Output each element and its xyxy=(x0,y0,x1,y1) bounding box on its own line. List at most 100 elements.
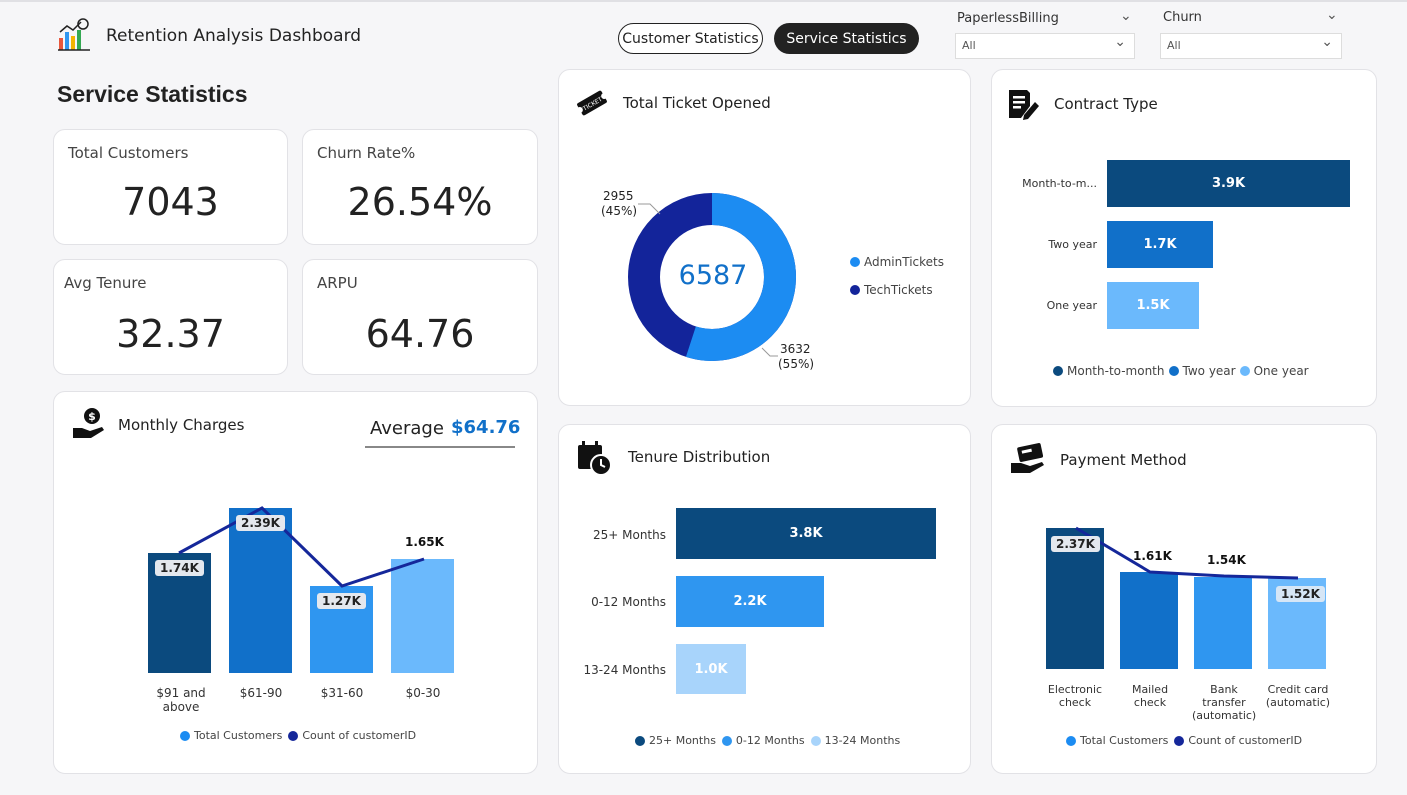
monthly-x-label: $0-30 xyxy=(405,686,441,700)
app-logo xyxy=(57,18,91,52)
monthly-data-label: 1.65K xyxy=(405,535,444,549)
legend-dot xyxy=(1239,366,1250,376)
contract-y-label: Two year xyxy=(1048,238,1097,251)
document-edit-icon xyxy=(1009,90,1039,120)
legend-dot xyxy=(1066,735,1076,746)
payment-bar-mailed xyxy=(1120,572,1178,669)
kpi-value: 7043 xyxy=(122,180,219,224)
kpi-label: Avg Tenure xyxy=(64,274,147,292)
average-label: Average xyxy=(370,418,444,439)
legend-label: 25+ Months xyxy=(649,734,716,747)
churn-dropdown[interactable]: All ⌄ xyxy=(1160,33,1342,59)
contract-y-label: One year xyxy=(1046,299,1097,312)
payment-data-label: 1.54K xyxy=(1207,553,1246,567)
tenure-data-label: 3.8K xyxy=(789,526,823,541)
kpi-label: Total Customers xyxy=(68,144,189,162)
money-hand-icon: $ xyxy=(73,408,104,438)
kpi-card-total-customers: Total Customers 7043 xyxy=(53,129,288,245)
contract-data-label: 3.9K xyxy=(1211,176,1246,191)
tickets-bottom-pct: (55%) xyxy=(778,357,815,371)
tenure-distribution-title: Tenure Distribution xyxy=(628,448,771,466)
legend-label: Total Customers xyxy=(194,729,283,742)
average-underline xyxy=(365,446,515,448)
churn-value: All xyxy=(1167,39,1181,52)
chevron-down-icon[interactable]: ⌄ xyxy=(1120,8,1132,24)
kpi-label: ARPU xyxy=(317,274,358,292)
payment-hand-icon xyxy=(1011,443,1044,473)
monthly-legend: Total Customers Count of customerID xyxy=(180,729,416,742)
calendar-clock-icon xyxy=(578,441,612,476)
monthly-x-label: $31-60 xyxy=(320,686,364,700)
kpi-card-avg-tenure: Avg Tenure 32.37 xyxy=(53,259,288,375)
top-border xyxy=(0,0,1407,2)
payment-legend: Total Customers Count of customerID xyxy=(1066,734,1302,747)
monthly-charges-card xyxy=(53,391,538,774)
monthly-charges-title: Monthly Charges xyxy=(118,416,245,434)
kpi-value: 64.76 xyxy=(365,312,475,356)
payment-x-label: Credit card (automatic) xyxy=(1265,683,1331,709)
tenure-y-label: 25+ Months xyxy=(592,528,666,542)
contract-data-label: 1.5K xyxy=(1136,298,1170,313)
payment-bar-bank xyxy=(1194,577,1252,669)
kpi-value: 32.37 xyxy=(116,312,225,356)
chevron-down-icon[interactable]: ⌄ xyxy=(1326,7,1338,23)
tenure-bar-13-24: 1.0K xyxy=(676,644,746,694)
legend-label: Month-to-month xyxy=(1067,364,1165,378)
legend-dot xyxy=(810,735,821,746)
app-title: Retention Analysis Dashboard xyxy=(106,26,362,46)
kpi-card-churn-rate: Churn Rate% 26.54% xyxy=(302,129,538,245)
legend-label: 13-24 Months xyxy=(824,734,901,747)
chevron-down-icon: ⌄ xyxy=(1114,34,1126,50)
average-value: $64.76 xyxy=(451,417,521,438)
legend-dot xyxy=(850,257,860,267)
tickets-legend-admin: AdminTickets xyxy=(850,255,944,269)
chevron-down-icon: ⌄ xyxy=(1321,34,1333,50)
legend-label: 0-12 Months xyxy=(735,734,805,747)
legend-label: AdminTickets xyxy=(864,255,944,269)
tickets-top-value: 2955 xyxy=(603,189,634,203)
monthly-x-label: $91 and above xyxy=(156,686,206,714)
payment-data-label: 2.37K xyxy=(1051,536,1100,552)
tenure-y-label: 13-24 Months xyxy=(583,663,666,677)
tenure-y-label: 0-12 Months xyxy=(591,595,666,609)
payment-data-label: 1.61K xyxy=(1133,549,1172,563)
tenure-bar-25-plus: 3.8K xyxy=(676,508,936,559)
legend-dot xyxy=(850,285,860,295)
tenure-data-label: 1.0K xyxy=(694,661,728,677)
legend-dot xyxy=(635,735,645,746)
legend-label: Total Customers xyxy=(1080,734,1169,747)
tickets-title: Total Ticket Opened xyxy=(623,94,771,112)
contract-bar-month-to-month: 3.9K xyxy=(1107,160,1350,207)
tab-service-statistics[interactable]: Service Statistics xyxy=(774,23,919,54)
tickets-top-pct: (45%) xyxy=(601,204,638,218)
tenure-legend: 25+ Months 0-12 Months 13-24 Months xyxy=(635,734,900,747)
ticket-icon: TICKET xyxy=(576,90,608,116)
contract-bar-two-year: 1.7K xyxy=(1107,221,1213,268)
tenure-bar-0-12: 2.2K xyxy=(676,576,824,627)
legend-label: TechTickets xyxy=(864,283,933,297)
payment-x-label: Electronic check xyxy=(1047,683,1103,709)
monthly-x-label: $61-90 xyxy=(239,686,283,700)
legend-dot xyxy=(1053,366,1063,376)
kpi-label: Churn Rate% xyxy=(317,144,416,162)
tickets-bottom-value: 3632 xyxy=(780,342,811,356)
analytics-logo-icon xyxy=(58,18,90,51)
contract-data-label: 1.7K xyxy=(1143,237,1177,252)
monthly-bar-0-30 xyxy=(391,559,454,673)
legend-dot xyxy=(180,730,190,741)
legend-label: Count of customerID xyxy=(1188,734,1303,747)
contract-legend: Month-to-month Two year One year xyxy=(1053,364,1309,378)
tab-customer-statistics[interactable]: Customer Statistics xyxy=(618,23,763,54)
legend-dot xyxy=(721,735,732,746)
payment-x-label: Bank transfer (automatic) xyxy=(1192,683,1257,722)
legend-label: One year xyxy=(1253,364,1309,378)
churn-label: Churn xyxy=(1163,10,1202,25)
contract-type-title: Contract Type xyxy=(1054,95,1158,113)
paperless-billing-value: All xyxy=(962,39,976,52)
svg-text:$: $ xyxy=(88,410,96,423)
monthly-data-label: 1.27K xyxy=(317,593,366,609)
payment-x-label: Mailed check xyxy=(1131,683,1169,709)
legend-dot xyxy=(1168,366,1179,376)
paperless-billing-dropdown[interactable]: All ⌄ xyxy=(955,33,1135,59)
tickets-center-total: 6587 xyxy=(678,260,748,291)
